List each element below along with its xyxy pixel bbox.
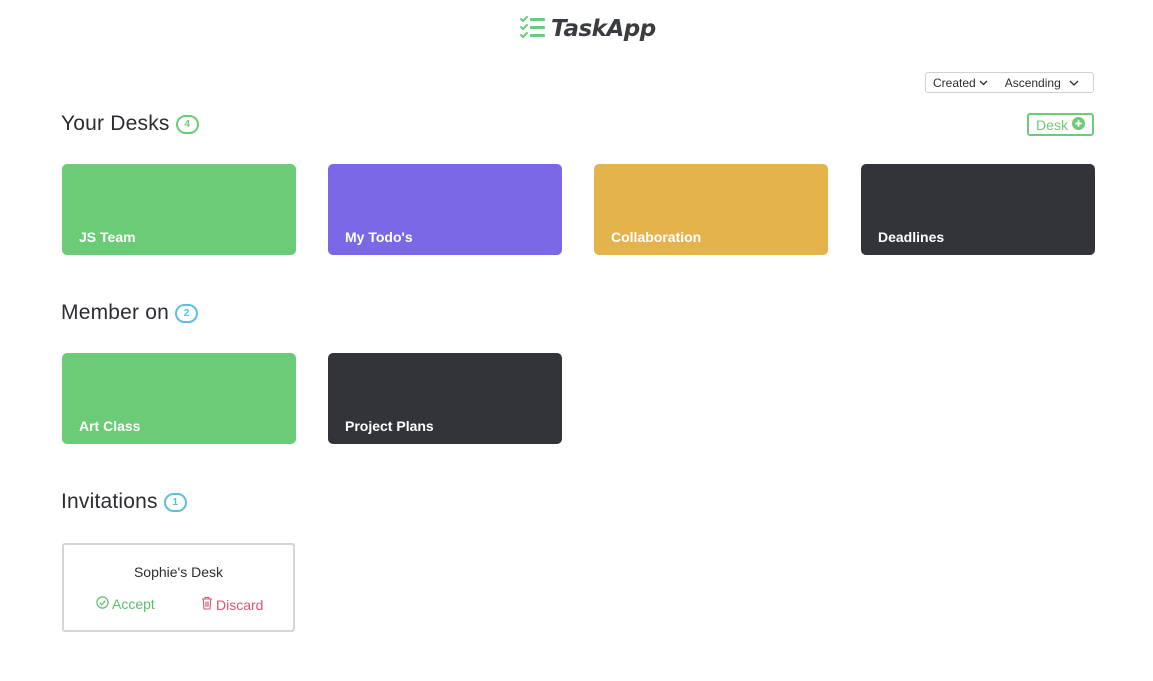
member-on-header: Member on 2 <box>61 301 199 325</box>
plus-circle-icon <box>1071 116 1085 133</box>
desk-name: Deadlines <box>878 229 945 245</box>
desk-card[interactable]: Deadlines <box>861 164 1095 255</box>
add-desk-label: Desk <box>1036 116 1068 133</box>
desk-count-badge: 4 <box>175 114 199 134</box>
sort-field-label: Created <box>933 75 976 90</box>
desk-name: Project Plans <box>345 418 434 434</box>
section-title: Member on <box>61 301 170 324</box>
desk-name: JS Team <box>79 229 136 245</box>
desk-name: My Todo's <box>345 229 413 245</box>
app-name: TaskApp <box>551 16 656 42</box>
sort-order-select[interactable]: Ascending <box>998 73 1079 92</box>
chevron-down-icon <box>979 80 988 86</box>
member-count-badge: 2 <box>175 303 199 323</box>
sort-field-select[interactable]: Created <box>926 73 988 92</box>
accept-button[interactable]: Accept <box>96 596 155 612</box>
desk-card[interactable]: My Todo's <box>328 164 562 255</box>
desk-card[interactable]: Project Plans <box>328 353 562 444</box>
desk-card[interactable]: Art Class <box>62 353 296 444</box>
section-title: Your Desks <box>61 112 170 135</box>
discard-button[interactable]: Discard <box>201 596 263 613</box>
check-circle-icon <box>96 596 109 612</box>
desk-name: Art Class <box>79 418 141 434</box>
sort-controls: Created Ascending <box>925 72 1094 93</box>
accept-label: Accept <box>112 596 155 612</box>
invitation-count-badge: 1 <box>163 492 187 512</box>
desk-name: Collaboration <box>611 229 702 245</box>
app-logo[interactable]: TaskApp <box>520 14 656 44</box>
trash-icon <box>201 596 213 613</box>
invitation-desk-name: Sophie's Desk <box>133 564 224 580</box>
sort-order-label: Ascending <box>1004 75 1061 90</box>
desk-card[interactable]: Collaboration <box>594 164 828 255</box>
invitations-header: Invitations 1 <box>61 490 187 514</box>
invitation-card: Sophie's Desk Accept Discard <box>62 543 295 632</box>
desk-card[interactable]: JS Team <box>62 164 296 255</box>
your-desks-header: Your Desks 4 <box>61 112 199 136</box>
chevron-down-icon <box>1069 80 1079 86</box>
checklist-icon <box>520 15 545 43</box>
add-desk-button[interactable]: Desk <box>1027 113 1094 136</box>
section-title: Invitations <box>61 490 158 513</box>
discard-label: Discard <box>216 596 264 613</box>
